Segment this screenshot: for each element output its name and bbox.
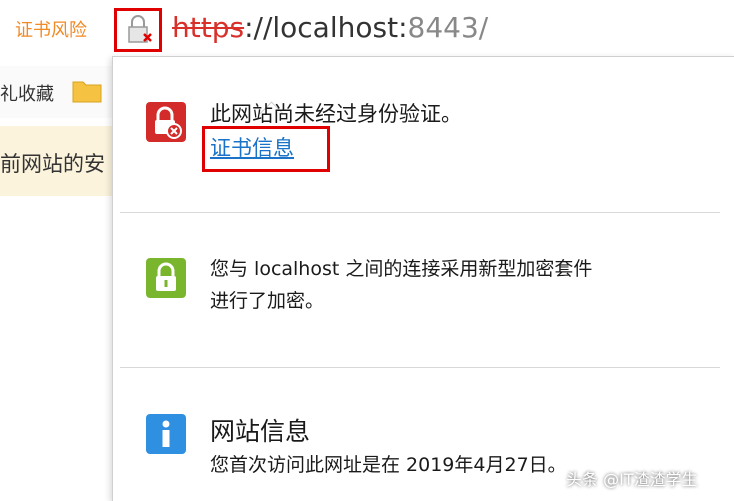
info-icon [146, 414, 186, 454]
section-divider [120, 212, 720, 213]
watermark: 头条 @IT渣渣学生 [566, 470, 698, 489]
section-divider [120, 367, 720, 368]
first-visit-text: 您首次访问此网址是在 2019年4月27日。 [210, 454, 567, 476]
annotation-box [202, 126, 330, 172]
unverified-lock-icon [146, 102, 186, 142]
identity-title: 此网站尚未经过身份验证。 [210, 102, 462, 126]
encryption-line2: 进行了加密。 [210, 290, 325, 312]
encryption-line1: 您与 localhost 之间的连接采用新型加密套件 [210, 258, 593, 280]
site-info-title: 网站信息 [210, 417, 311, 446]
secure-lock-icon [146, 258, 186, 298]
